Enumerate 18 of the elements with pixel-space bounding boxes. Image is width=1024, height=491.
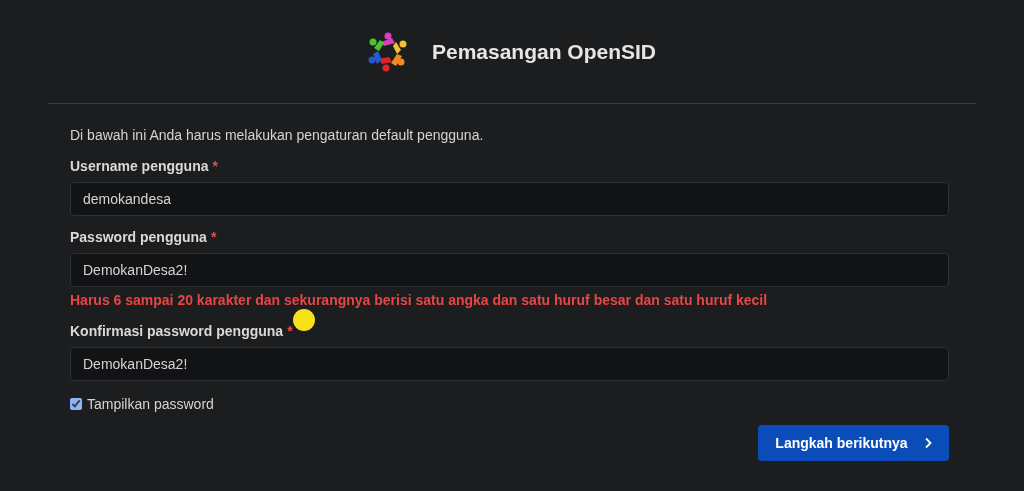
error-message: Harus 6 sampai 20 karakter dan sekurangnya berisi satu angka dan satu huruf besar dan satu huruf kecil: [70, 291, 769, 310]
required-asterisk: *: [210, 227, 217, 247]
required-asterisk: *: [287, 321, 293, 341]
required-asterisk: *: [212, 156, 218, 176]
field-label: Password pengguna: [70, 227, 207, 247]
chevron-right-icon: [923, 437, 932, 449]
checkbox-label: Tampilkan password: [87, 394, 214, 414]
input-field[interactable]: DemokanDesa2!: [70, 347, 949, 381]
field-label: Username pengguna: [70, 156, 209, 176]
input-field[interactable]: demokandesa: [70, 182, 949, 216]
show-password-checkbox[interactable]: [70, 398, 82, 410]
intro-text: Di bawah ini Anda harus melakukan pengaturan default pengguna.: [70, 126, 485, 145]
input-field[interactable]: DemokanDesa2!: [70, 253, 949, 287]
field-label: Konfirmasi password pengguna: [70, 321, 284, 341]
people-circle-logo-icon: [367, 31, 408, 72]
page-title: Pemasangan OpenSID: [431, 38, 657, 65]
next-step-button[interactable]: Langkah berikutnya: [758, 425, 949, 461]
cursor-highlight-icon: [293, 309, 315, 331]
